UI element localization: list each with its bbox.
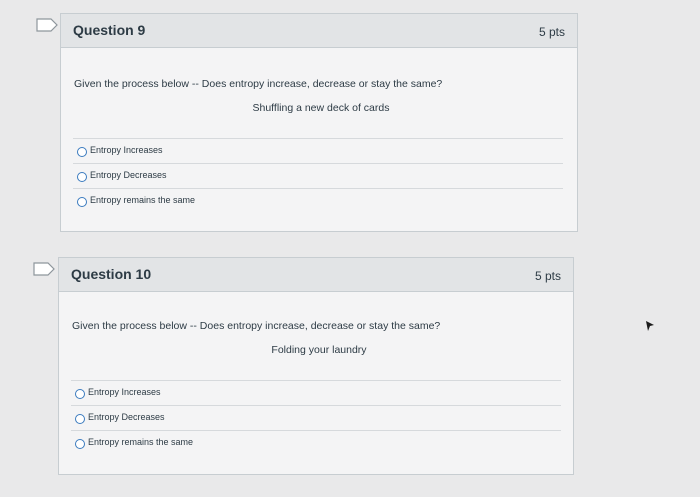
answer-list: Entropy Increases Entropy Decreases Entr… [73, 138, 563, 213]
question-points: 5 pts [538, 25, 565, 39]
question-10-header: Question 10 5 pts [59, 258, 573, 292]
radio-button-icon[interactable] [75, 389, 85, 399]
question-title: Question 9 [73, 22, 146, 38]
question-title: Question 10 [71, 266, 152, 282]
question-9-card: Question 9 5 pts Given the process below… [60, 13, 578, 232]
question-10-card: Question 10 5 pts Given the process belo… [58, 257, 574, 475]
answer-option[interactable]: Entropy remains the same [71, 430, 561, 455]
answer-label[interactable]: Entropy Decreases [88, 412, 165, 422]
radio-button-icon[interactable] [75, 439, 85, 449]
answer-option[interactable]: Entropy Decreases [73, 163, 563, 188]
question-process: Shuffling a new deck of cards [252, 102, 390, 114]
mouse-pointer-icon [645, 319, 655, 331]
answer-label[interactable]: Entropy Increases [90, 145, 163, 155]
question-prompt: Given the process below -- Does entropy … [72, 320, 441, 332]
answer-option[interactable]: Entropy Increases [73, 138, 563, 163]
question-9-header: Question 9 5 pts [61, 14, 577, 48]
answer-label[interactable]: Entropy remains the same [90, 195, 195, 205]
flag-question-10-icon[interactable] [33, 262, 55, 276]
answer-option[interactable]: Entropy remains the same [73, 188, 563, 213]
question-prompt: Given the process below -- Does entropy … [74, 78, 443, 90]
answer-list: Entropy Increases Entropy Decreases Entr… [71, 380, 561, 455]
answer-label[interactable]: Entropy Decreases [90, 170, 167, 180]
question-process: Folding your laundry [271, 344, 367, 356]
radio-button-icon[interactable] [77, 172, 87, 182]
answer-label[interactable]: Entropy Increases [88, 387, 161, 397]
flag-question-9-icon[interactable] [36, 18, 58, 32]
answer-option[interactable]: Entropy Decreases [71, 405, 561, 430]
radio-button-icon[interactable] [77, 197, 87, 207]
radio-button-icon[interactable] [75, 414, 85, 424]
answer-option[interactable]: Entropy Increases [71, 380, 561, 405]
radio-button-icon[interactable] [77, 147, 87, 157]
answer-label[interactable]: Entropy remains the same [88, 437, 193, 447]
question-points: 5 pts [534, 269, 561, 283]
